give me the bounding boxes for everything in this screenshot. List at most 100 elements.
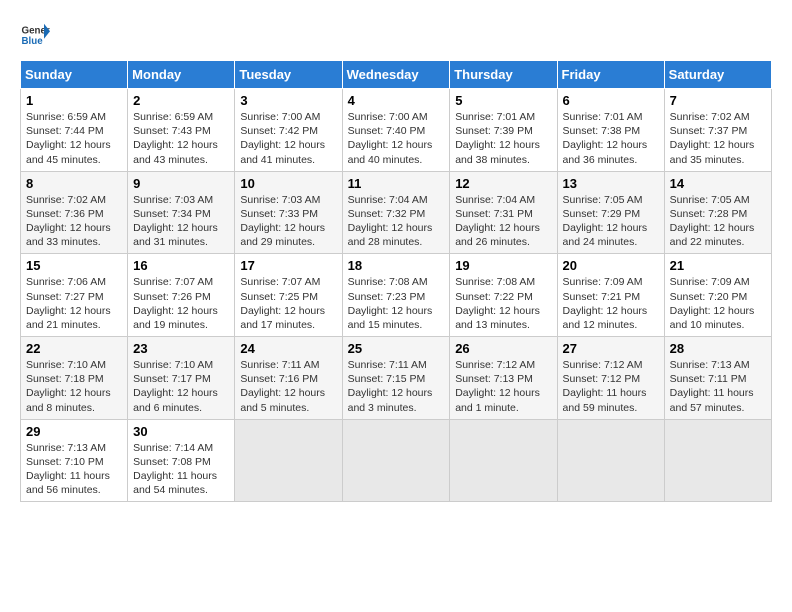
weekday-header-monday: Monday xyxy=(128,61,235,89)
day-info: Sunrise: 7:02 AMSunset: 7:36 PMDaylight:… xyxy=(26,193,122,250)
calendar-cell: 28 Sunrise: 7:13 AMSunset: 7:11 PMDayligh… xyxy=(664,337,771,420)
day-number: 12 xyxy=(455,176,551,191)
day-number: 22 xyxy=(26,341,122,356)
day-info: Sunrise: 7:07 AMSunset: 7:25 PMDaylight:… xyxy=(240,275,336,332)
day-info: Sunrise: 7:08 AMSunset: 7:22 PMDaylight:… xyxy=(455,275,551,332)
calendar-cell: 22 Sunrise: 7:10 AMSunset: 7:18 PMDayligh… xyxy=(21,337,128,420)
calendar-cell: 9 Sunrise: 7:03 AMSunset: 7:34 PMDaylight… xyxy=(128,171,235,254)
day-info: Sunrise: 7:10 AMSunset: 7:17 PMDaylight:… xyxy=(133,358,229,415)
day-info: Sunrise: 7:09 AMSunset: 7:21 PMDaylight:… xyxy=(563,275,659,332)
day-info: Sunrise: 7:09 AMSunset: 7:20 PMDaylight:… xyxy=(670,275,766,332)
day-info: Sunrise: 7:14 AMSunset: 7:08 PMDaylight:… xyxy=(133,441,229,498)
calendar-cell: 14 Sunrise: 7:05 AMSunset: 7:28 PMDayligh… xyxy=(664,171,771,254)
day-info: Sunrise: 7:05 AMSunset: 7:28 PMDaylight:… xyxy=(670,193,766,250)
day-number: 14 xyxy=(670,176,766,191)
day-info: Sunrise: 7:13 AMSunset: 7:11 PMDaylight:… xyxy=(670,358,766,415)
calendar-cell xyxy=(450,419,557,502)
day-number: 7 xyxy=(670,93,766,108)
calendar-week-3: 22 Sunrise: 7:10 AMSunset: 7:18 PMDayligh… xyxy=(21,337,772,420)
calendar-week-2: 15Sunrise: 7:06 AMSunset: 7:27 PMDayligh… xyxy=(21,254,772,337)
calendar-cell: 15Sunrise: 7:06 AMSunset: 7:27 PMDayligh… xyxy=(21,254,128,337)
day-number: 13 xyxy=(563,176,659,191)
calendar-week-1: 8 Sunrise: 7:02 AMSunset: 7:36 PMDaylight… xyxy=(21,171,772,254)
weekday-header-thursday: Thursday xyxy=(450,61,557,89)
calendar-cell: 18 Sunrise: 7:08 AMSunset: 7:23 PMDayligh… xyxy=(342,254,450,337)
calendar-cell: 10 Sunrise: 7:03 AMSunset: 7:33 PMDayligh… xyxy=(235,171,342,254)
day-number: 5 xyxy=(455,93,551,108)
day-number: 29 xyxy=(26,424,122,439)
day-number: 8 xyxy=(26,176,122,191)
calendar-cell: 17 Sunrise: 7:07 AMSunset: 7:25 PMDayligh… xyxy=(235,254,342,337)
weekday-header-friday: Friday xyxy=(557,61,664,89)
day-info: Sunrise: 7:00 AMSunset: 7:42 PMDaylight:… xyxy=(240,110,336,167)
logo-icon: General Blue xyxy=(20,20,50,50)
calendar-cell: 7Sunrise: 7:02 AMSunset: 7:37 PMDaylight… xyxy=(664,89,771,172)
weekday-header-row: SundayMondayTuesdayWednesdayThursdayFrid… xyxy=(21,61,772,89)
calendar-cell xyxy=(557,419,664,502)
day-number: 20 xyxy=(563,258,659,273)
day-number: 18 xyxy=(348,258,445,273)
day-number: 9 xyxy=(133,176,229,191)
day-number: 25 xyxy=(348,341,445,356)
page-header: General Blue xyxy=(20,20,772,50)
calendar-cell: 26 Sunrise: 7:12 AMSunset: 7:13 PMDayligh… xyxy=(450,337,557,420)
day-info: Sunrise: 7:03 AMSunset: 7:34 PMDaylight:… xyxy=(133,193,229,250)
day-info: Sunrise: 6:59 AMSunset: 7:44 PMDaylight:… xyxy=(26,110,122,167)
calendar-cell: 29 Sunrise: 7:13 AMSunset: 7:10 PMDayligh… xyxy=(21,419,128,502)
day-info: Sunrise: 7:08 AMSunset: 7:23 PMDaylight:… xyxy=(348,275,445,332)
day-number: 28 xyxy=(670,341,766,356)
day-info: Sunrise: 7:12 AMSunset: 7:12 PMDaylight:… xyxy=(563,358,659,415)
day-info: Sunrise: 7:07 AMSunset: 7:26 PMDaylight:… xyxy=(133,275,229,332)
calendar-week-0: 1 Sunrise: 6:59 AMSunset: 7:44 PMDaylight… xyxy=(21,89,772,172)
day-info: Sunrise: 7:00 AMSunset: 7:40 PMDaylight:… xyxy=(348,110,445,167)
day-info: Sunrise: 7:12 AMSunset: 7:13 PMDaylight:… xyxy=(455,358,551,415)
calendar-cell: 25 Sunrise: 7:11 AMSunset: 7:15 PMDayligh… xyxy=(342,337,450,420)
calendar-cell: 20 Sunrise: 7:09 AMSunset: 7:21 PMDayligh… xyxy=(557,254,664,337)
day-info: Sunrise: 7:01 AMSunset: 7:39 PMDaylight:… xyxy=(455,110,551,167)
day-number: 10 xyxy=(240,176,336,191)
calendar-cell xyxy=(664,419,771,502)
day-info: Sunrise: 6:59 AMSunset: 7:43 PMDaylight:… xyxy=(133,110,229,167)
day-info: Sunrise: 7:10 AMSunset: 7:18 PMDaylight:… xyxy=(26,358,122,415)
day-number: 4 xyxy=(348,93,445,108)
calendar-cell xyxy=(342,419,450,502)
day-number: 6 xyxy=(563,93,659,108)
day-number: 1 xyxy=(26,93,122,108)
day-number: 16 xyxy=(133,258,229,273)
calendar-cell: 5 Sunrise: 7:01 AMSunset: 7:39 PMDaylight… xyxy=(450,89,557,172)
logo: General Blue xyxy=(20,20,50,50)
calendar-cell: 21Sunrise: 7:09 AMSunset: 7:20 PMDayligh… xyxy=(664,254,771,337)
calendar-cell: 12 Sunrise: 7:04 AMSunset: 7:31 PMDayligh… xyxy=(450,171,557,254)
day-number: 15 xyxy=(26,258,122,273)
calendar-cell: 27Sunrise: 7:12 AMSunset: 7:12 PMDayligh… xyxy=(557,337,664,420)
day-number: 17 xyxy=(240,258,336,273)
calendar-cell: 13Sunrise: 7:05 AMSunset: 7:29 PMDayligh… xyxy=(557,171,664,254)
day-info: Sunrise: 7:03 AMSunset: 7:33 PMDaylight:… xyxy=(240,193,336,250)
calendar-week-4: 29 Sunrise: 7:13 AMSunset: 7:10 PMDayligh… xyxy=(21,419,772,502)
calendar-cell: 3 Sunrise: 7:00 AMSunset: 7:42 PMDaylight… xyxy=(235,89,342,172)
calendar-cell: 16 Sunrise: 7:07 AMSunset: 7:26 PMDayligh… xyxy=(128,254,235,337)
calendar-cell: 19 Sunrise: 7:08 AMSunset: 7:22 PMDayligh… xyxy=(450,254,557,337)
calendar-cell: 2 Sunrise: 6:59 AMSunset: 7:43 PMDaylight… xyxy=(128,89,235,172)
day-info: Sunrise: 7:11 AMSunset: 7:15 PMDaylight:… xyxy=(348,358,445,415)
calendar-table: SundayMondayTuesdayWednesdayThursdayFrid… xyxy=(20,60,772,502)
day-number: 19 xyxy=(455,258,551,273)
calendar-cell: 1 Sunrise: 6:59 AMSunset: 7:44 PMDaylight… xyxy=(21,89,128,172)
day-number: 2 xyxy=(133,93,229,108)
calendar-cell: 6 Sunrise: 7:01 AMSunset: 7:38 PMDaylight… xyxy=(557,89,664,172)
calendar-cell xyxy=(235,419,342,502)
day-number: 26 xyxy=(455,341,551,356)
day-number: 11 xyxy=(348,176,445,191)
calendar-cell: 30Sunrise: 7:14 AMSunset: 7:08 PMDayligh… xyxy=(128,419,235,502)
weekday-header-sunday: Sunday xyxy=(21,61,128,89)
calendar-cell: 24 Sunrise: 7:11 AMSunset: 7:16 PMDayligh… xyxy=(235,337,342,420)
day-number: 3 xyxy=(240,93,336,108)
day-info: Sunrise: 7:01 AMSunset: 7:38 PMDaylight:… xyxy=(563,110,659,167)
weekday-header-wednesday: Wednesday xyxy=(342,61,450,89)
day-number: 24 xyxy=(240,341,336,356)
day-info: Sunrise: 7:13 AMSunset: 7:10 PMDaylight:… xyxy=(26,441,122,498)
weekday-header-tuesday: Tuesday xyxy=(235,61,342,89)
calendar-cell: 11Sunrise: 7:04 AMSunset: 7:32 PMDayligh… xyxy=(342,171,450,254)
day-info: Sunrise: 7:04 AMSunset: 7:31 PMDaylight:… xyxy=(455,193,551,250)
day-info: Sunrise: 7:11 AMSunset: 7:16 PMDaylight:… xyxy=(240,358,336,415)
